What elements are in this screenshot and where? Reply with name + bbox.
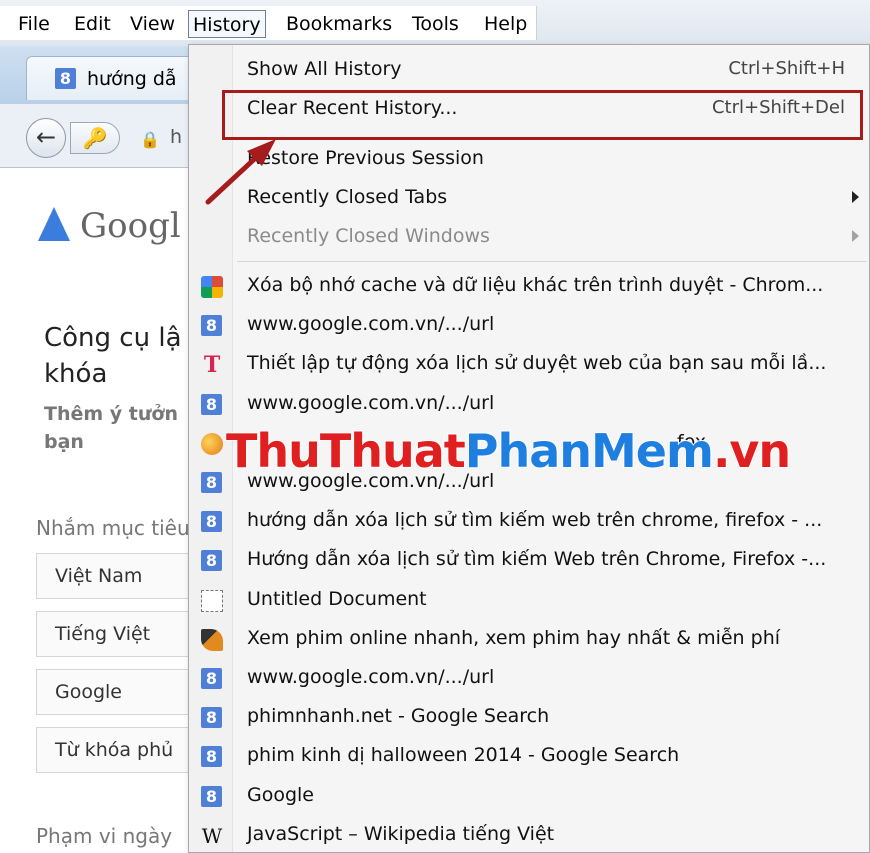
watermark-logo: ThuThuatPhanMem.vn <box>225 423 792 479</box>
